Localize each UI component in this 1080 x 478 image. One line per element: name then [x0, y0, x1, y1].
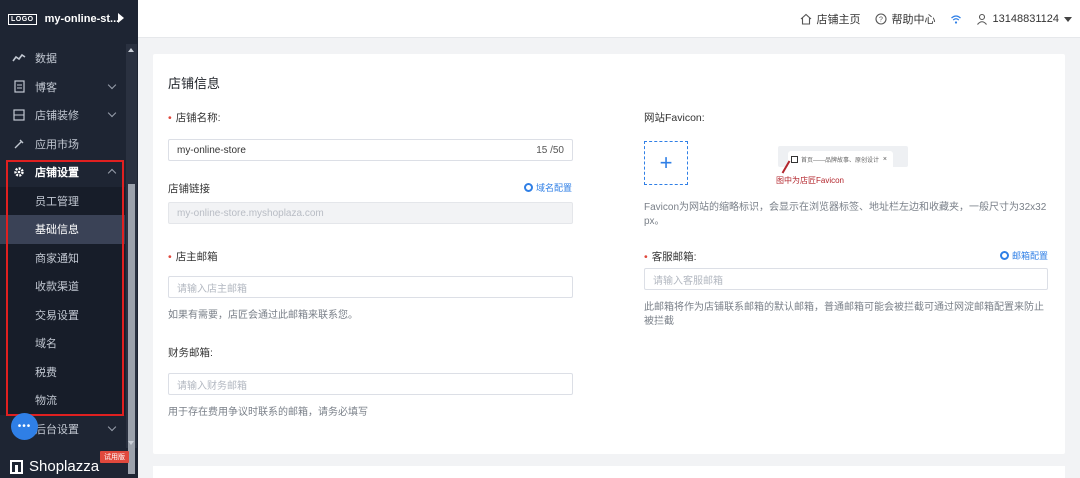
chevron-down-icon — [107, 80, 117, 89]
help-icon: ? — [874, 13, 887, 25]
notification-button[interactable] — [950, 13, 962, 25]
service-email-input[interactable]: 请输入客服邮箱 — [644, 268, 1048, 290]
favicon-hint: Favicon为网站的缩略标识，会显示在浏览器标签、地址栏左边和收藏夹，一般尺寸… — [644, 202, 1047, 227]
favicon-caption: 图中为店匠Favicon — [776, 176, 845, 185]
chevron-up-icon — [107, 168, 117, 178]
finance-email-placeholder: 请输入财务邮箱 — [177, 380, 247, 392]
blog-icon — [12, 80, 26, 94]
gear-icon — [1000, 251, 1009, 260]
help-center-label: 帮助中心 — [891, 14, 936, 26]
sidebar-item-data[interactable]: 数据 — [0, 44, 125, 73]
owner-email-hint: 如果有需要，店匠会通过此邮箱来联系您。 — [168, 310, 358, 321]
domain-config-link[interactable]: 域名配置 — [524, 181, 572, 194]
sidebar-subitem-checkout[interactable]: 交易设置 — [0, 300, 125, 329]
shoplazza-logo-icon — [10, 459, 23, 474]
domain-config-label: 域名配置 — [536, 183, 573, 193]
gear-icon — [524, 183, 533, 192]
caret-down-icon — [1064, 16, 1072, 22]
favicon-upload-button[interactable]: + — [644, 141, 688, 185]
store-link-input: my-online-store.myshoplaza.com — [168, 202, 573, 224]
service-email-label: • 客服邮箱: — [644, 251, 697, 263]
sidebar-item-apps[interactable]: 应用市场 — [0, 130, 125, 159]
close-icon: × — [882, 155, 887, 163]
favicon-icon — [791, 155, 798, 163]
email-config-label: 邮箱配置 — [1012, 251, 1049, 261]
gear-icon — [12, 165, 26, 179]
store-name: my-online-st... — [44, 13, 120, 25]
signal-icon — [950, 15, 961, 24]
expand-arrow-icon[interactable] — [118, 13, 124, 23]
sidebar-menu: 数据 博客 店铺装修 应用市场 店铺设置 员工管理 基础信息 商家通知 收款渠道… — [0, 44, 125, 443]
store-home-label: 店铺主页 — [816, 14, 861, 26]
user-icon — [976, 13, 987, 25]
sidebar-item-settings[interactable]: 店铺设置 — [0, 158, 125, 187]
service-email-hint: 此邮箱将作为店铺联系邮箱的默认邮箱，普通邮箱可能会被拦截可通过网淀邮箱配置来防止… — [644, 302, 1044, 327]
store-home-link[interactable]: 店铺主页 — [800, 11, 861, 27]
sidebar-item-theme[interactable]: 店铺装修 — [0, 101, 125, 130]
home-icon — [800, 13, 811, 25]
sidebar-item-label: 博客 — [35, 81, 57, 94]
chevron-down-icon — [107, 422, 117, 431]
page-title: 店铺信息 — [168, 76, 221, 91]
sidebar-subitem-notifications[interactable]: 商家通知 — [0, 243, 125, 272]
chat-icon[interactable]: ••• — [11, 413, 38, 440]
sidebar-subitem-taxes[interactable]: 税费 — [0, 357, 125, 386]
layout-icon — [12, 108, 26, 122]
sidebar-subitem-shipping[interactable]: 物流 — [0, 386, 125, 415]
next-section-card — [153, 466, 1065, 478]
email-config-link[interactable]: 邮箱配置 — [1000, 249, 1048, 262]
brand-logo: Shoplazza — [10, 458, 99, 475]
finance-email-hint: 用于存在费用争议时联系的邮箱，请务必填写 — [168, 407, 368, 418]
plus-icon: + — [659, 150, 673, 175]
sidebar-subitem-basic-info[interactable]: 基础信息 — [0, 215, 125, 244]
sidebar: LOGO my-online-st... 数据 博客 店铺装修 应用市场 店铺设… — [0, 0, 138, 478]
sidebar-item-label: 店铺设置 — [35, 167, 79, 180]
sidebar-item-label: 后台设置 — [35, 423, 79, 436]
owner-email-label: • 店主邮箱 — [168, 251, 218, 263]
owner-email-placeholder: 请输入店主邮箱 — [177, 283, 247, 295]
store-name-label: • 店铺名称: — [168, 112, 221, 124]
sidebar-item-label: 数据 — [35, 53, 57, 66]
scroll-up-arrow-icon[interactable] — [128, 48, 134, 52]
store-link-label: 店铺链接 — [168, 183, 210, 195]
favicon-label: 网站Favicon: — [644, 112, 705, 124]
sidebar-subitem-payments[interactable]: 收款渠道 — [0, 272, 125, 301]
sidebar-subitem-domains[interactable]: 域名 — [0, 329, 125, 358]
favicon-preview: 首页——品牌故事、原创设计 × — [778, 146, 908, 167]
sidebar-item-label: 店铺装修 — [35, 110, 79, 123]
account-menu[interactable]: 13148831124 — [976, 13, 1072, 25]
store-link-value: my-online-store.myshoplaza.com — [177, 207, 324, 219]
favicon-preview-text: 首页——品牌故事、原创设计 — [801, 157, 880, 164]
finance-email-label: 财务邮箱: — [168, 347, 213, 359]
sidebar-item-label: 应用市场 — [35, 138, 79, 151]
svg-text:?: ? — [879, 17, 883, 24]
store-logo: LOGO — [8, 13, 37, 25]
sidebar-subitem-staff[interactable]: 员工管理 — [0, 186, 125, 215]
sidebar-item-blog[interactable]: 博客 — [0, 73, 125, 102]
help-center-link[interactable]: ? 帮助中心 — [874, 11, 936, 27]
char-count: 15 /50 — [536, 144, 564, 156]
store-name-value: my-online-store — [177, 144, 246, 156]
sidebar-scrollbar[interactable] — [126, 44, 137, 474]
scroll-down-arrow-icon[interactable] — [128, 441, 134, 445]
store-name-input[interactable]: my-online-store 15 /50 — [168, 139, 573, 161]
puzzle-icon — [12, 137, 26, 151]
finance-email-input[interactable]: 请输入财务邮箱 — [168, 373, 573, 395]
service-email-placeholder: 请输入客服邮箱 — [653, 275, 723, 287]
account-label: 13148831124 — [992, 13, 1059, 25]
trend-icon — [12, 51, 26, 65]
scroll-thumb[interactable] — [128, 184, 135, 474]
chevron-down-icon — [107, 108, 117, 118]
brand-name: Shoplazza — [29, 458, 100, 475]
top-bar: 店铺主页 ? 帮助中心 13148831124 — [138, 0, 1080, 38]
trial-badge: 试用版 — [100, 451, 129, 463]
owner-email-input[interactable]: 请输入店主邮箱 — [168, 276, 573, 298]
store-info-card: 店铺信息 • 店铺名称: my-online-store 15 /50 店铺链接 … — [153, 54, 1065, 454]
